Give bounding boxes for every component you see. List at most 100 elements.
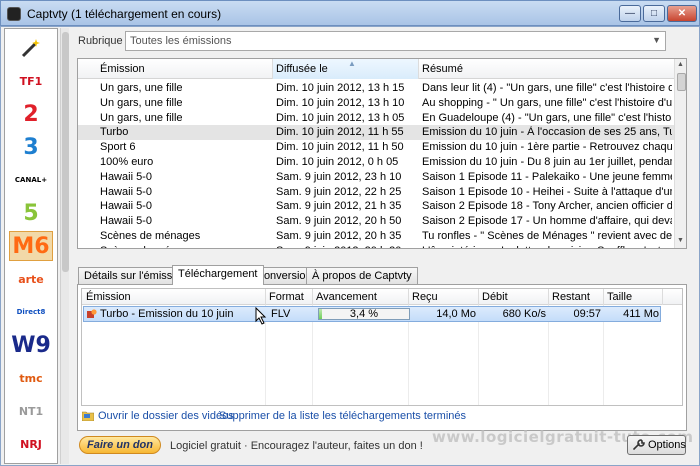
emission-date: Sam. 9 juin 2012, 20 h 35 [276,230,402,242]
channel-nt1-icon[interactable]: NT1 [13,396,49,426]
emission-resume: Emission du 10 juin - 1ère partie - Retr… [422,141,672,154]
channel-w9-icon[interactable]: W9 [11,330,51,360]
download-restant: 09:57 [573,308,601,320]
emission-row[interactable]: Hawaii 5-0 Sam. 9 juin 2012, 21 h 35 Saiso… [78,199,674,214]
emission-date: Sam. 9 juin 2012, 20 h 30 [276,245,416,248]
remove-finished-link[interactable]: Supprimer de la liste les téléchargement… [219,410,466,422]
emission-date: Sam. 9 juin 2012, 21 h 35 [276,200,402,213]
column-diffusee[interactable]: Diffusée le [276,63,328,75]
column-avancement[interactable]: Avancement [316,291,377,303]
download-debit: 680 Ko/s [502,308,546,320]
options-button[interactable]: Options [627,435,686,455]
donate-button[interactable]: Faire un don [79,436,161,454]
emission-row[interactable]: Un gars, une fille Dim. 10 juin 2012, 13 … [78,111,674,126]
emission-date: Sam. 9 juin 2012, 20 h 50 [276,215,402,228]
emission-row[interactable]: Scènes de ménages Sam. 9 juin 2012, 20 h … [78,244,674,248]
emission-row[interactable]: Hawaii 5-0 Sam. 9 juin 2012, 20 h 50 Saiso… [78,214,674,229]
scroll-down-icon[interactable]: ▼ [677,237,684,244]
column-format[interactable]: Format [269,291,304,303]
channel-magic-wand-icon[interactable] [13,33,49,63]
maximize-button[interactable]: □ [643,5,665,22]
column-separator [478,289,479,305]
rubrique-dropdown[interactable]: Toutes les émissions ▼ [125,31,666,51]
column-taille[interactable]: Taille [607,291,632,303]
emission-row[interactable]: 100% euro Dim. 10 juin 2012, 0 h 05 Emissi… [78,155,674,170]
emission-resume: Au shopping - " Un gars, une fille" c'es… [422,96,672,109]
column-separator [312,289,313,305]
progress-label: 3,4 % [349,308,379,320]
sort-arrow-icon: ▲ [348,59,356,68]
downloads-table: Émission Format Avancement Reçu Débit Re… [81,288,683,406]
emission-resume: Tu ronfles - " Scènes de Ménages " revie… [422,230,672,242]
download-row[interactable]: Turbo - Emission du 10 juin FLV 3,4 % 14… [83,306,661,322]
emission-resume: Saison 1 Episode 10 - Heihei - Suite à l… [422,185,672,198]
channel-arte-icon[interactable]: arte [13,264,49,294]
open-folder-link[interactable]: Ouvrir le dossier des vidéos [98,410,234,422]
channel-tf1-icon[interactable]: TF1 [13,66,49,96]
folder-icon [82,411,94,421]
channel-france3-icon[interactable]: 3 [13,132,49,162]
title-bar: Captvty (1 téléchargement en cours) — □ … [0,0,700,26]
channel-tmc-icon[interactable]: tmc [13,363,49,393]
window-title: Captvty (1 téléchargement en cours) [27,7,222,21]
emission-row[interactable]: Un gars, une fille Dim. 10 juin 2012, 13 … [78,81,674,96]
emission-name: Un gars, une fille [100,111,183,124]
emission-name: Un gars, une fille [100,96,183,109]
emission-date: Sam. 9 juin 2012, 22 h 25 [276,185,402,198]
scroll-up-icon[interactable]: ▲ [677,61,684,68]
minimize-button[interactable]: — [619,5,641,22]
emission-date: Dim. 10 juin 2012, 11 h 50 [276,141,404,154]
column-emission[interactable]: Émission [86,291,131,303]
column-resume[interactable]: Résumé [422,63,463,75]
close-button[interactable]: ✕ [667,5,697,22]
emission-date: Dim. 10 juin 2012, 13 h 10 [276,96,405,109]
footer-text: Logiciel gratuit · Encouragez l'auteur, … [170,440,423,452]
emission-resume: Saison 1 Episode 11 - Palekaiko - Une je… [422,170,672,183]
emission-name: Scènes de ménages [100,230,201,242]
emissions-header: Émission Diffusée le ▲ Résumé [78,59,674,79]
tab-a-propos[interactable]: À propos de Captvty [306,267,418,284]
sidebar-scrollbar[interactable] [60,28,69,464]
emission-row[interactable]: Hawaii 5-0 Sam. 9 juin 2012, 23 h 10 Saiso… [78,170,674,185]
column-separator [418,59,419,79]
app-icon [7,7,21,21]
emission-resume: Emission du 10 juin - Du 8 juin au 1er j… [422,156,672,168]
wrench-icon [633,439,645,450]
channel-nrj12-icon[interactable]: NRJ [13,429,49,459]
column-debit[interactable]: Débit [482,291,508,303]
column-restant[interactable]: Restant [552,291,590,303]
scrollbar-thumb[interactable] [62,32,69,272]
channel-m6-icon[interactable]: M6 [9,231,53,261]
emissions-table: Émission Diffusée le ▲ Résumé Un gars, u… [77,58,687,249]
channel-direct8-icon[interactable]: Direct8 [13,297,49,327]
download-format: FLV [271,308,291,320]
column-separator [272,59,273,79]
emission-row[interactable]: Sport 6 Dim. 10 juin 2012, 11 h 50 Emissio… [78,140,674,155]
mouse-cursor-icon [255,307,267,325]
column-recu[interactable]: Reçu [412,291,438,303]
emission-name: Hawaii 5-0 [100,185,152,198]
scrollbar-thumb[interactable] [677,73,686,91]
download-emission: Turbo - Emission du 10 juin [100,308,234,320]
emission-date: Dim. 10 juin 2012, 0 h 05 [276,156,399,168]
rubrique-label: Rubrique : [78,35,129,47]
chevron-down-icon[interactable]: ▼ [652,35,661,45]
column-separator [548,289,549,305]
download-taille: 411 Mo [623,308,659,320]
column-separator [603,289,604,305]
channel-france5-icon[interactable]: 5 [13,198,49,228]
emission-row[interactable]: Turbo Dim. 10 juin 2012, 11 h 55 Emission … [78,125,674,141]
download-recu: 14,0 Mo [436,308,476,320]
tab-telechargement[interactable]: Téléchargement [172,265,264,285]
emission-row[interactable]: Scènes de ménages Sam. 9 juin 2012, 20 h … [78,229,674,244]
channel-france2-icon[interactable]: 2 [13,99,49,129]
emission-resume: L'âge intérieur - La lettre du voisin - … [422,245,672,248]
emission-row[interactable]: Un gars, une fille Dim. 10 juin 2012, 13 … [78,96,674,111]
downloads-header: Émission Format Avancement Reçu Débit Re… [82,289,682,305]
channel-canalplus-icon[interactable]: CANAL+ [13,165,49,195]
emissions-scrollbar[interactable]: ▲ ▼ [674,59,686,248]
emission-name: Sport 6 [100,141,136,154]
column-emission[interactable]: Émission [100,63,145,75]
emission-row[interactable]: Hawaii 5-0 Sam. 9 juin 2012, 22 h 25 Saiso… [78,185,674,200]
rubrique-value: Toutes les émissions [130,35,232,47]
